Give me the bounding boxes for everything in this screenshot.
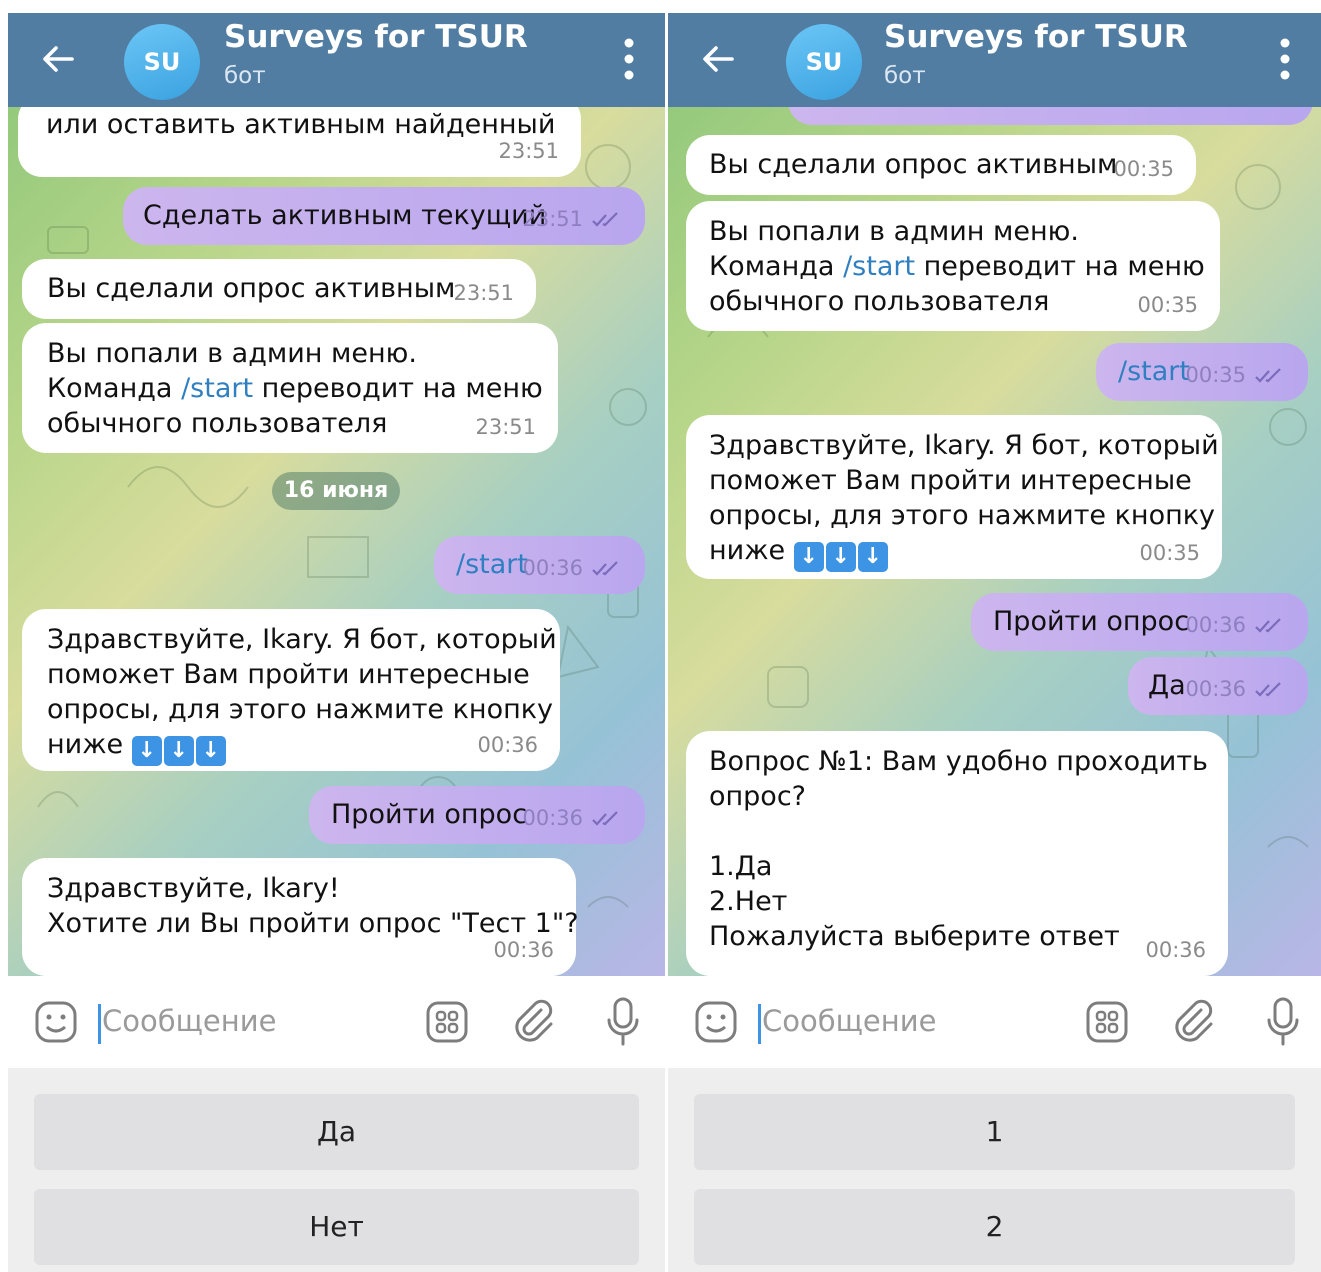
message-list[interactable]: или оставить активным найденный 23:51 Сд… xyxy=(8,107,665,976)
reply-button[interactable]: 2 xyxy=(694,1189,1295,1265)
down-arrow-emoji: ↓ xyxy=(195,736,226,766)
reply-button[interactable]: Да xyxy=(34,1094,639,1170)
paperclip-icon[interactable] xyxy=(1171,998,1217,1044)
message-time: 00:36 xyxy=(1145,938,1206,962)
message-outgoing[interactable]: Сделать активным текущий 23:51 xyxy=(123,187,645,245)
avatar[interactable]: SU xyxy=(124,24,200,100)
more-vert-icon[interactable] xyxy=(1279,37,1291,81)
message-time: 23:51 xyxy=(475,415,536,439)
double-check-icon xyxy=(592,560,618,576)
message-incoming[interactable]: Вопрос №1: Вам удобно проходить опрос? 1… xyxy=(686,731,1228,976)
message-time: 00:36 xyxy=(522,801,623,836)
message-incoming[interactable]: Вы сделали опрос активным 23:51 xyxy=(22,259,536,319)
microphone-icon[interactable] xyxy=(606,996,640,1048)
message-outgoing[interactable]: Пройти опрос 00:36 xyxy=(971,593,1308,651)
back-arrow-icon[interactable] xyxy=(38,39,78,79)
paperclip-icon[interactable] xyxy=(511,998,557,1044)
chat-subtitle: бот xyxy=(884,63,926,89)
double-check-icon xyxy=(1255,617,1281,633)
message-composer: Сообщение xyxy=(668,976,1321,1068)
message-time: 00:36 xyxy=(1185,672,1286,707)
message-outgoing[interactable]: Да 00:36 xyxy=(1128,657,1308,715)
message-incoming[interactable]: Здравствуйте, Ikary. Я бот, который помо… xyxy=(22,609,560,771)
double-check-icon xyxy=(1255,681,1281,697)
emoji-sticker-icon[interactable] xyxy=(34,1000,78,1044)
message-incoming[interactable]: Здравствуйте, Ikary! Хотите ли Вы пройти… xyxy=(22,858,579,976)
message-outgoing[interactable]: /start 00:36 xyxy=(434,536,645,594)
double-check-icon xyxy=(592,211,618,227)
emoji-sticker-icon[interactable] xyxy=(694,1000,738,1044)
reply-button[interactable]: 1 xyxy=(694,1094,1295,1170)
text-cursor xyxy=(758,1004,761,1044)
chat-header: SU Surveys for TSUR бот xyxy=(668,13,1321,107)
chat-title[interactable]: Surveys for TSUR xyxy=(884,19,1188,55)
message-time: 23:51 xyxy=(453,281,514,305)
message-input[interactable]: Сообщение xyxy=(762,1004,936,1038)
message-time: 23:51 xyxy=(498,139,559,163)
message-time: 00:35 xyxy=(1139,541,1200,565)
message-time: 00:35 xyxy=(1137,293,1198,317)
down-arrow-emoji: ↓ xyxy=(163,736,194,766)
message-incoming[interactable]: Вы попали в админ меню. Команда /start п… xyxy=(22,323,558,453)
message-input[interactable]: Сообщение xyxy=(102,1004,276,1038)
avatar[interactable]: SU xyxy=(786,24,862,100)
left-screen: SU Surveys for TSUR бот или оставить акт… xyxy=(8,13,665,1272)
down-arrow-emoji: ↓ xyxy=(131,736,162,766)
message-time: 00:35 xyxy=(1113,157,1174,181)
double-check-icon xyxy=(592,810,618,826)
chat-subtitle: бот xyxy=(224,63,266,89)
more-vert-icon[interactable] xyxy=(623,37,635,81)
message-time: 00:36 xyxy=(477,733,538,757)
right-screen: SU Surveys for TSUR бот Вы сделали опрос… xyxy=(668,13,1321,1272)
start-command-link[interactable]: /start xyxy=(843,251,915,282)
bot-reply-keyboard: Да Нет xyxy=(8,1068,665,1272)
message-time: 00:36 xyxy=(493,938,554,962)
date-separator: 16 июня xyxy=(272,472,400,510)
down-arrow-emoji: ↓ xyxy=(857,542,888,572)
message-composer: Сообщение xyxy=(8,976,665,1068)
back-arrow-icon[interactable] xyxy=(698,39,738,79)
message-incoming[interactable]: Вы сделали опрос активным 00:35 xyxy=(686,135,1196,195)
reply-button[interactable]: Нет xyxy=(34,1189,639,1265)
message-outgoing-partial[interactable] xyxy=(788,107,1313,125)
microphone-icon[interactable] xyxy=(1266,996,1300,1048)
message-time: 23:51 xyxy=(522,202,623,237)
message-incoming[interactable]: или оставить активным найденный 23:51 xyxy=(18,107,581,177)
message-time: 00:36 xyxy=(1185,608,1286,643)
message-time: 00:35 xyxy=(1185,358,1286,393)
text-cursor xyxy=(98,1004,101,1044)
chat-header: SU Surveys for TSUR бот xyxy=(8,13,665,107)
message-list[interactable]: Вы сделали опрос активным 00:35 Вы попал… xyxy=(668,107,1321,976)
start-command-link[interactable]: /start xyxy=(181,373,253,404)
down-arrow-emoji: ↓ xyxy=(793,542,824,572)
double-check-icon xyxy=(1255,367,1281,383)
chat-title[interactable]: Surveys for TSUR xyxy=(224,19,528,55)
keyboard-grid-icon[interactable] xyxy=(426,1001,468,1043)
bot-reply-keyboard: 1 2 xyxy=(668,1068,1321,1272)
message-time: 00:36 xyxy=(522,551,623,586)
down-arrow-emoji: ↓ xyxy=(825,542,856,572)
message-outgoing[interactable]: Пройти опрос 00:36 xyxy=(309,786,645,844)
message-incoming[interactable]: Здравствуйте, Ikary. Я бот, который помо… xyxy=(686,415,1222,579)
keyboard-grid-icon[interactable] xyxy=(1086,1001,1128,1043)
message-incoming[interactable]: Вы попали в админ меню. Команда /start п… xyxy=(686,201,1220,331)
message-outgoing[interactable]: /start 00:35 xyxy=(1096,343,1308,401)
